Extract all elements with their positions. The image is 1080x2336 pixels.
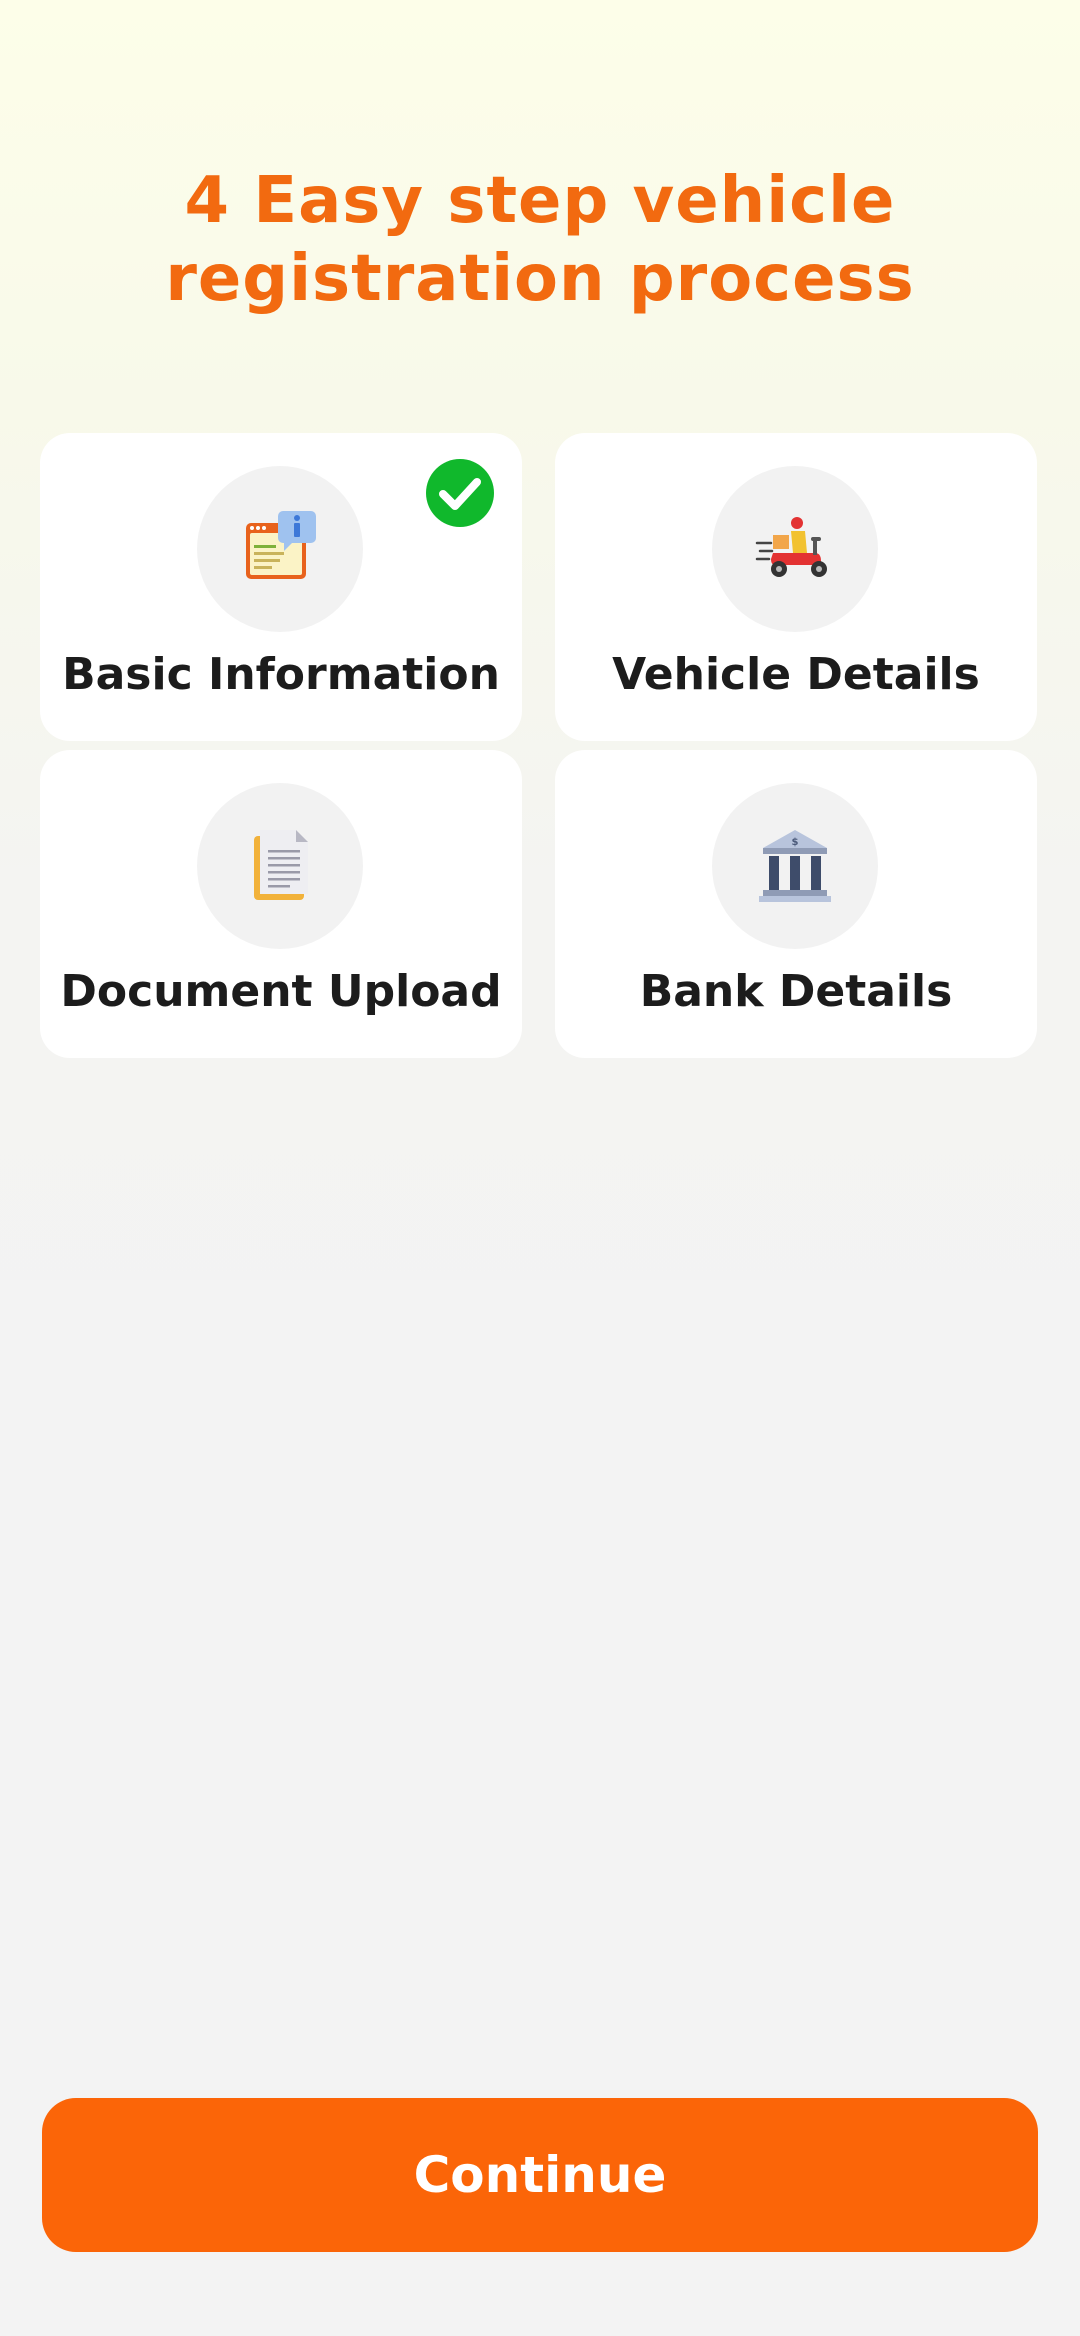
step-card-document-upload[interactable]: Document Upload [40, 750, 522, 1058]
page-title: 4 Easy step vehicle registration process [0, 162, 1080, 318]
step-card-basic-information[interactable]: Basic Information [40, 433, 522, 741]
completed-check-icon [426, 459, 494, 527]
step-label: Basic Information [62, 649, 500, 700]
svg-text:$: $ [792, 837, 799, 848]
step-label: Bank Details [639, 966, 953, 1017]
step-label: Vehicle Details [612, 649, 980, 700]
continue-button[interactable]: Continue [42, 2098, 1038, 2252]
scooter-delivery-icon [755, 517, 827, 577]
title-line-1: 4 Easy step vehicle [184, 164, 896, 238]
bank-icon: $ [759, 830, 831, 902]
title-line-2: registration process [165, 242, 915, 316]
step-icon-circle [197, 466, 363, 632]
step-icon-circle [712, 466, 878, 632]
step-card-vehicle-details[interactable]: Vehicle Details [555, 433, 1037, 741]
document-icon [254, 830, 308, 900]
step-label: Document Upload [60, 966, 502, 1017]
info-document-icon [246, 511, 316, 579]
step-icon-circle: $ [712, 783, 878, 949]
step-icon-circle [197, 783, 363, 949]
step-card-bank-details[interactable]: $ Bank Details [555, 750, 1037, 1058]
